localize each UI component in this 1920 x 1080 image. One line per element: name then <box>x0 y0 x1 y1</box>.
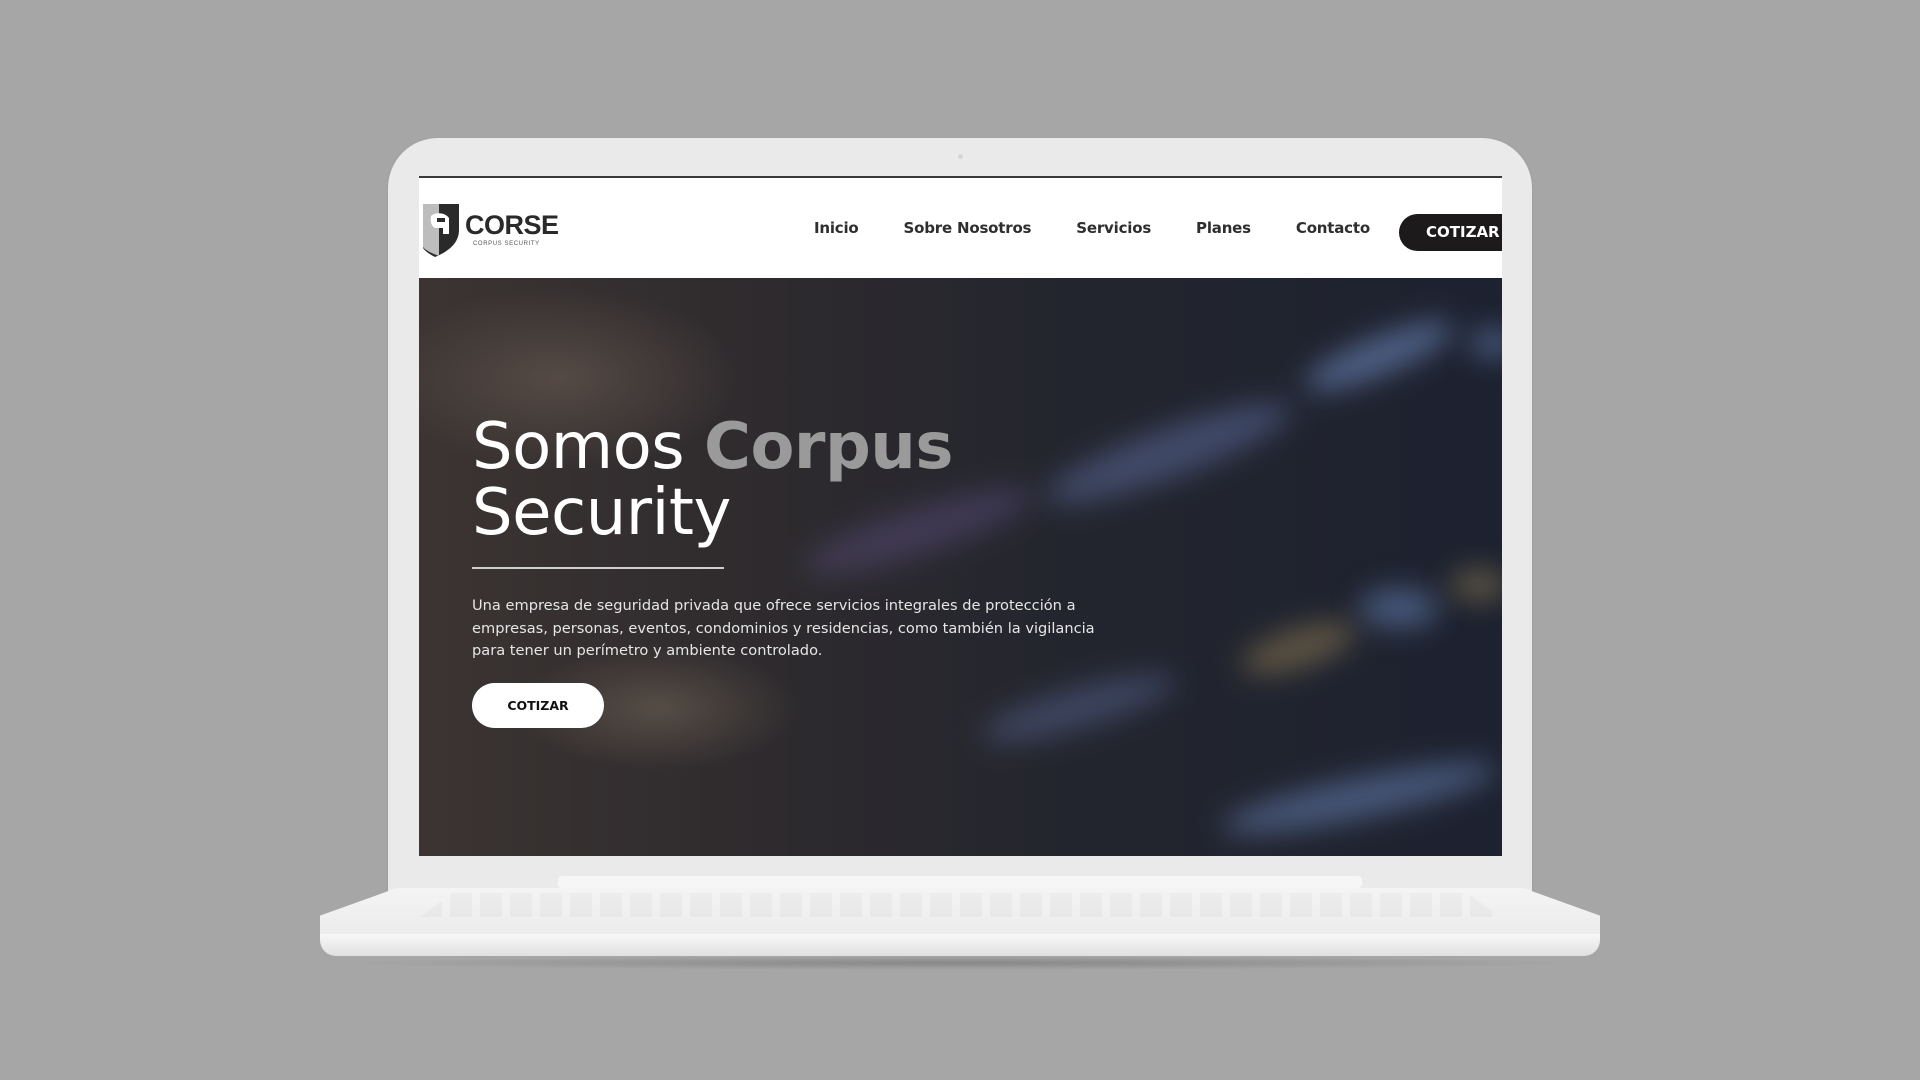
brand-logo[interactable]: CORSE CORPUS SECURITY <box>419 200 559 260</box>
hero-cotizar-button[interactable]: COTIZAR <box>472 683 604 728</box>
nav-item-servicios[interactable]: Servicios <box>1076 219 1151 237</box>
hero-bokeh <box>1217 749 1501 847</box>
hero-title-part1: Somos <box>472 410 704 484</box>
mockup-stage: CORSE CORPUS SECURITY Inicio Sobre Nosot… <box>0 0 1920 1080</box>
nav-item-contacto[interactable]: Contacto <box>1296 219 1370 237</box>
hero-bokeh <box>1298 309 1460 403</box>
nav-cotizar-button[interactable]: COTIZAR <box>1399 214 1502 251</box>
hero-bokeh <box>1038 385 1300 521</box>
hero-description: Una empresa de seguridad privada que ofr… <box>472 597 1095 659</box>
hero-title: Somos Corpus Security <box>472 414 953 546</box>
hero-title-accent: Corpus <box>703 410 953 484</box>
laptop-screen: CORSE CORPUS SECURITY Inicio Sobre Nosot… <box>419 176 1502 856</box>
laptop-hinge <box>558 876 1362 888</box>
hero-bokeh <box>1359 588 1439 628</box>
nav-item-sobre-nosotros[interactable]: Sobre Nosotros <box>904 219 1032 237</box>
camera-dot <box>958 154 963 159</box>
brand-name: CORSE <box>465 210 559 240</box>
nav-item-inicio[interactable]: Inicio <box>814 219 859 237</box>
hero-bokeh <box>977 661 1181 755</box>
laptop-shadow <box>330 956 1590 970</box>
hero-bokeh <box>1235 610 1363 686</box>
site-header: CORSE CORPUS SECURITY Inicio Sobre Nosot… <box>419 178 1502 278</box>
hero-bokeh <box>1469 328 1502 358</box>
laptop-keyboard <box>420 893 1500 917</box>
shield-helmet-icon <box>423 204 459 257</box>
hero-section: Somos Corpus Security Una empresa de segu… <box>419 278 1502 856</box>
brand-tagline: CORPUS SECURITY <box>473 241 540 247</box>
laptop-base-front <box>320 934 1600 956</box>
hero-bokeh <box>1449 568 1502 602</box>
main-nav: Inicio Sobre Nosotros Servicios Planes C… <box>814 178 1415 278</box>
nav-item-planes[interactable]: Planes <box>1196 219 1251 237</box>
hero-title-part2: Security <box>472 476 731 550</box>
hero-divider <box>472 567 724 569</box>
